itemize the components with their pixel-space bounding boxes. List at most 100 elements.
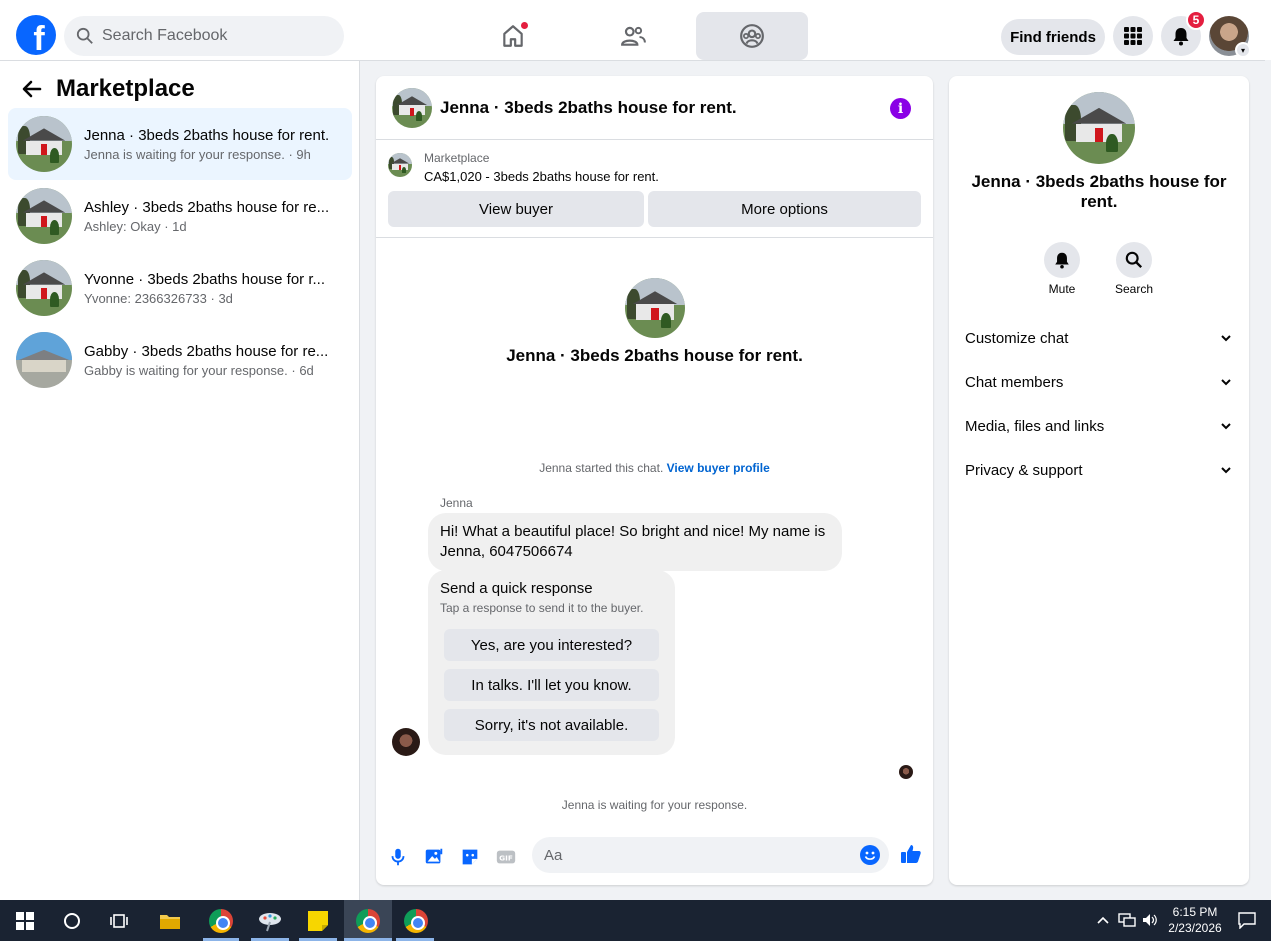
quick-response-title: Send a quick response [440,580,593,597]
search-input[interactable] [102,27,322,45]
gif-icon[interactable]: GIF [495,846,517,868]
notification-center-icon[interactable] [1238,912,1256,929]
search-bar[interactable] [64,16,344,56]
details-listing-avatar[interactable] [1063,92,1135,164]
find-friends-button[interactable]: Find friends [1001,19,1105,55]
microphone-icon[interactable] [387,846,409,868]
system-clock[interactable]: 6:15 PM 2/23/2026 [1160,904,1230,936]
sender-avatar[interactable] [392,728,420,756]
privacy-support-section[interactable]: Privacy & support [965,458,1233,482]
conversation-title: Yvonne · 3beds 2baths house for r... [84,270,325,288]
page-scrollbar[interactable] [1265,60,1271,900]
details-title: Jenna · 3beds 2baths house for rent. [971,172,1227,211]
smiley-face-icon [864,851,876,860]
nav-groups[interactable] [696,12,808,60]
intro-title: Jenna · 3beds 2baths house for rent. [506,346,803,365]
chat-started-notice: Jenna started this chat. View buyer prof… [376,461,933,475]
chevron-down-icon[interactable]: ▾ [1235,42,1251,58]
chat-panel: Jenna · 3beds 2baths house for rent. i M… [376,76,933,885]
seen-indicator-avatar [899,765,913,779]
conversation-title: Gabby · 3beds 2baths house for re... [84,342,329,360]
conversation-jenna[interactable]: Jenna · 3beds 2baths house for rent. Jen… [8,108,352,180]
listing-thumbnail [16,260,72,316]
listing-price[interactable]: CA$1,020 - 3beds 2baths house for rent. [424,169,659,184]
chat-details-panel: Jenna · 3beds 2baths house for rent. Mut… [949,76,1249,885]
marketplace-label: Marketplace [424,151,490,165]
quick-response-subtitle: Tap a response to send it to the buyer. [440,601,644,615]
thumbs-up-icon[interactable] [899,842,923,866]
chat-title[interactable]: Jenna · 3beds 2baths house for rent. [440,98,737,118]
more-options-button[interactable]: More options [648,191,921,227]
photo-icon[interactable] [423,846,445,868]
chat-started-text: Jenna started this chat. [539,461,664,475]
volume-icon[interactable] [1142,913,1158,927]
home-notification-dot [520,21,529,30]
top-navigation-bar: f Find friends 5 ▾ [0,0,1271,61]
chrome-secondary-icon[interactable] [401,906,431,936]
sticker-icon[interactable] [459,846,481,868]
customize-chat-section[interactable]: Customize chat [965,326,1233,350]
section-label: Media, files and links [965,417,1105,435]
info-icon[interactable]: i [890,98,911,119]
conversation-yvonne[interactable]: Yvonne · 3beds 2baths house for r... Yvo… [8,252,352,324]
listing-thumbnail [388,153,412,177]
paint-app-icon[interactable] [255,906,285,936]
quick-response-not-available[interactable]: Sorry, it's not available. [444,709,659,741]
listing-thumbnail [16,332,72,388]
network-icon[interactable] [1118,913,1136,927]
chevron-down-icon [1221,423,1231,430]
conversation-title: Jenna · 3beds 2baths house for rent. [84,126,330,144]
conversation-preview: Jenna is waiting for your response. · 9h [84,146,311,162]
conversation-preview: Ashley: Okay · 1d [84,218,187,234]
file-explorer-icon[interactable] [155,906,185,936]
emoji-icon[interactable] [860,845,880,865]
incoming-message: Hi! What a beautiful place! So bright an… [428,513,842,571]
quick-response-in-talks[interactable]: In talks. I'll let you know. [444,669,659,701]
chrome-icon[interactable] [206,906,236,936]
clock-date: 2/23/2026 [1168,921,1222,935]
media-files-links-section[interactable]: Media, files and links [965,414,1233,438]
windows-start-icon[interactable] [10,906,40,936]
mute-label: Mute [1048,282,1076,296]
chrome-profile-icon[interactable] [353,906,383,936]
facebook-logo[interactable]: f [16,15,56,55]
sticky-notes-icon[interactable] [303,906,333,936]
nav-friends[interactable] [577,12,689,60]
section-label: Privacy & support [965,461,1083,479]
search-icon [1125,251,1143,269]
chat-header: Jenna · 3beds 2baths house for rent. i [376,76,933,140]
task-view-icon[interactable] [105,906,135,936]
notification-count-badge: 5 [1186,10,1206,30]
waiting-status: Jenna is waiting for your response. [561,798,748,812]
search-icon [76,27,93,44]
sidebar-title: Marketplace [56,75,195,102]
message-input[interactable] [532,837,889,873]
chat-members-section[interactable]: Chat members [965,370,1233,394]
menu-button[interactable] [1113,16,1153,56]
chat-listing-avatar[interactable] [392,87,432,128]
chevron-up-icon[interactable] [1096,915,1110,925]
quick-response-interested[interactable]: Yes, are you interested? [444,629,659,661]
search-circle-icon[interactable] [57,906,87,936]
view-buyer-button[interactable]: View buyer [388,191,644,227]
mute-button[interactable] [1044,242,1080,278]
chevron-down-icon [1221,467,1231,474]
view-buyer-profile-link[interactable]: View buyer profile [667,461,770,475]
quick-response-card: Send a quick response Tap a response to … [428,570,675,755]
clock-time: 6:15 PM [1172,905,1218,919]
bell-icon [1055,252,1069,269]
sidebar-header: Marketplace [20,75,195,103]
conversation-ashley[interactable]: Ashley · 3beds 2baths house for re... As… [8,180,352,252]
back-arrow-icon[interactable] [20,77,44,101]
conversation-gabby[interactable]: Gabby · 3beds 2baths house for re... Gab… [8,324,352,396]
search-in-chat-button[interactable] [1116,242,1152,278]
listing-thumbnail [16,188,72,244]
marketplace-inbox-sidebar: Marketplace Jenna · 3beds 2baths house f… [0,61,360,900]
section-label: Customize chat [965,329,1069,347]
listing-thumbnail [16,116,72,172]
windows-taskbar: 6:15 PM 2/23/2026 [0,900,1271,941]
chevron-down-icon [1221,379,1231,386]
message-sender-name: Jenna [440,496,473,510]
svg-text:GIF: GIF [499,854,513,863]
nav-home[interactable] [457,12,569,60]
